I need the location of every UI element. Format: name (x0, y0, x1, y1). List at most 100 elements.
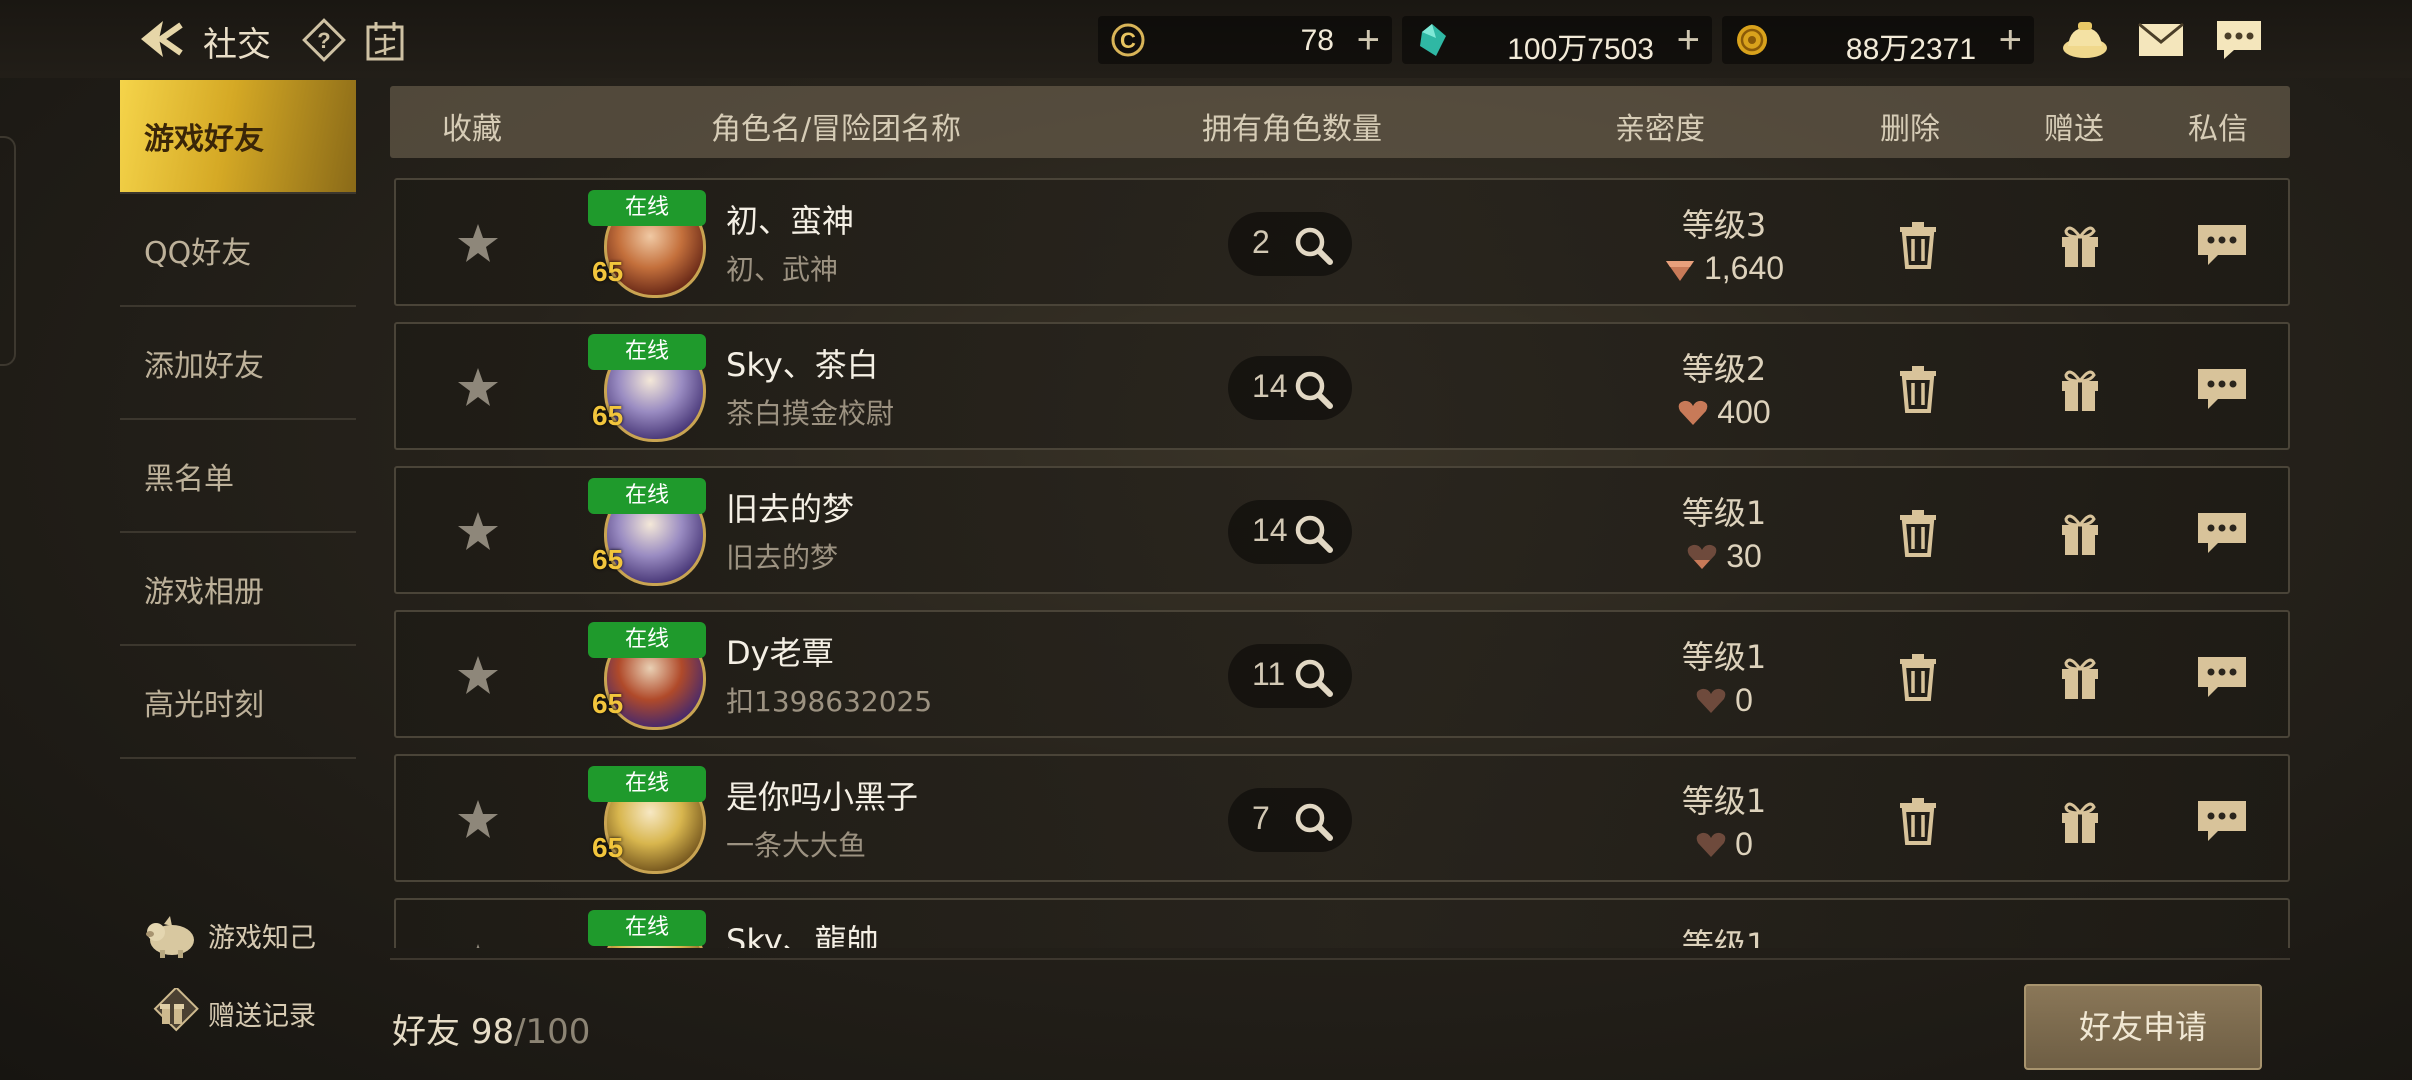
delete-friend-button[interactable] (1892, 796, 1944, 846)
heart-icon (1696, 832, 1726, 857)
back-arrow-icon[interactable] (136, 14, 188, 64)
column-header-favorite: 收藏 (442, 112, 502, 147)
gift-button[interactable] (2054, 652, 2106, 702)
gift-record-button[interactable]: 赠送记录 (142, 988, 316, 1038)
help-icon[interactable]: ? (302, 18, 346, 62)
private-message-button[interactable] (2196, 652, 2248, 702)
heart-icon (1687, 544, 1717, 569)
chat-icon[interactable] (2212, 16, 2266, 64)
friends-count-value: 98 (470, 1012, 515, 1052)
favorite-star-icon[interactable] (456, 942, 500, 948)
add-currency-button[interactable]: + (1357, 18, 1380, 62)
column-header-delete: 删除 (1880, 112, 1940, 147)
role-count: 7 (1252, 800, 1270, 836)
online-badge: 在线 (588, 766, 706, 802)
role-count-button[interactable]: 14 (1228, 356, 1352, 420)
currency-crystal: 100万7503 + (1402, 16, 1712, 66)
message-icon (2198, 801, 2246, 841)
message-icon (2198, 657, 2246, 697)
column-header-gift: 赠送 (2044, 112, 2104, 147)
friend-request-button[interactable]: 好友申请 (2024, 984, 2262, 1070)
sidebar-item-blacklist[interactable]: 黑名单 (120, 420, 356, 533)
table-row: 在线 65 Dy老覃 扣1398632025 11 等级1 0 (394, 610, 2290, 738)
favorite-star-icon[interactable] (456, 222, 500, 264)
c-coin-icon: C (1111, 23, 1145, 57)
level-badge: 65 (592, 832, 624, 863)
gold-coin-icon (1737, 25, 1767, 55)
private-message-button[interactable] (2196, 364, 2248, 414)
message-icon (2198, 513, 2246, 553)
intimacy-value: 400 (1717, 394, 1771, 430)
add-currency-button[interactable]: + (1677, 18, 1700, 62)
role-count-button[interactable]: 7 (1228, 788, 1352, 852)
guild-name: 初、武神 (726, 253, 839, 286)
delete-friend-button[interactable] (1892, 364, 1944, 414)
gift-icon (2062, 658, 2098, 699)
sidebar-item-highlights[interactable]: 高光时刻 (120, 646, 356, 759)
friend-list[interactable]: 在线 65 初、蛮神 初、武神 2 等级3 1,640 在线 65 Sky、茶白… (390, 174, 2290, 948)
magnifier-icon (1295, 515, 1333, 553)
role-count-button[interactable]: 11 (1228, 644, 1352, 708)
sidebar-item-qq-friends[interactable]: QQ好友 (120, 194, 356, 307)
gift-button[interactable] (2054, 796, 2106, 846)
gift-button[interactable] (2054, 508, 2106, 558)
delete-friend-button[interactable] (1892, 508, 1944, 558)
currency-c-coin: C 78 + (1098, 16, 1392, 64)
table-row: 在线 Sky、龍帥 等级1 (394, 898, 2290, 948)
role-count: 11 (1252, 656, 1286, 692)
sidebar-item-label: QQ好友 (144, 235, 252, 271)
table-row: 在线 65 Sky、茶白 茶白摸金校尉 14 等级2 400 (394, 322, 2290, 450)
player-name: 旧去的梦 (726, 490, 855, 528)
trash-icon (1900, 798, 1936, 845)
currency-value: 100万7503 (1507, 33, 1654, 66)
online-badge: 在线 (588, 910, 706, 946)
intimacy-level: 等级1 (1681, 638, 1767, 676)
role-count-button[interactable]: 2 (1228, 212, 1352, 276)
level-badge: 65 (592, 544, 624, 575)
sidebar-item-add-friend[interactable]: 添加好友 (120, 307, 356, 420)
table-header: 收藏 角色名/冒险团名称 拥有角色数量 亲密度 删除 赠送 私信 (390, 86, 2290, 158)
sidebar-item-label: 黑名单 (144, 461, 234, 497)
treasure-icon[interactable] (2058, 16, 2112, 64)
table-row: 在线 65 初、蛮神 初、武神 2 等级3 1,640 (394, 178, 2290, 306)
gift-record-label: 赠送记录 (208, 1000, 316, 1032)
friends-label: 好友 (392, 1012, 460, 1052)
svg-text:?: ? (317, 28, 330, 53)
intimacy-value: 1,640 (1703, 250, 1785, 286)
private-message-button[interactable] (2196, 220, 2248, 270)
magnifier-icon (1295, 371, 1333, 409)
online-badge: 在线 (588, 622, 706, 658)
favorite-star-icon[interactable] (456, 366, 500, 408)
private-message-button[interactable] (2196, 508, 2248, 558)
private-message-button[interactable] (2196, 796, 2248, 846)
favorite-star-icon[interactable] (456, 510, 500, 552)
online-badge: 在线 (588, 190, 706, 226)
role-count: 14 (1252, 512, 1288, 548)
favorite-star-icon[interactable] (456, 654, 500, 696)
intimacy-level: 等级3 (1681, 206, 1767, 244)
role-count: 2 (1252, 224, 1270, 260)
column-header-message: 私信 (2188, 112, 2248, 147)
sidebar: 游戏好友 QQ好友 添加好友 黑名单 游戏相册 高光时刻 (120, 80, 356, 759)
delete-friend-button[interactable] (1892, 220, 1944, 270)
mail-icon[interactable] (2134, 16, 2188, 64)
add-currency-button[interactable]: + (1999, 18, 2022, 62)
currency-gold: 88万2371 + (1722, 16, 2034, 66)
delete-friend-button[interactable] (1892, 652, 1944, 702)
gift-button[interactable] (2054, 220, 2106, 270)
currency-value: 78 (1300, 24, 1334, 57)
role-count-button[interactable]: 14 (1228, 500, 1352, 564)
currency-value: 88万2371 (1845, 33, 1976, 66)
heart-icon (1696, 688, 1726, 713)
game-confidant-button[interactable]: 游戏知己 (142, 910, 316, 960)
sidebar-item-game-friends[interactable]: 游戏好友 (120, 80, 356, 194)
table-row: 在线 65 旧去的梦 旧去的梦 14 等级1 30 (394, 466, 2290, 594)
intimacy-level: 等级1 (1681, 782, 1767, 820)
gift-button[interactable] (2054, 364, 2106, 414)
favorite-star-icon[interactable] (456, 798, 500, 840)
calendar-notice-icon[interactable] (362, 18, 408, 64)
friends-max: /100 (514, 1012, 591, 1052)
column-header-intimacy: 亲密度 (1615, 112, 1705, 147)
intimacy-value-group: 400 (1624, 394, 1824, 431)
sidebar-item-album[interactable]: 游戏相册 (120, 533, 356, 646)
